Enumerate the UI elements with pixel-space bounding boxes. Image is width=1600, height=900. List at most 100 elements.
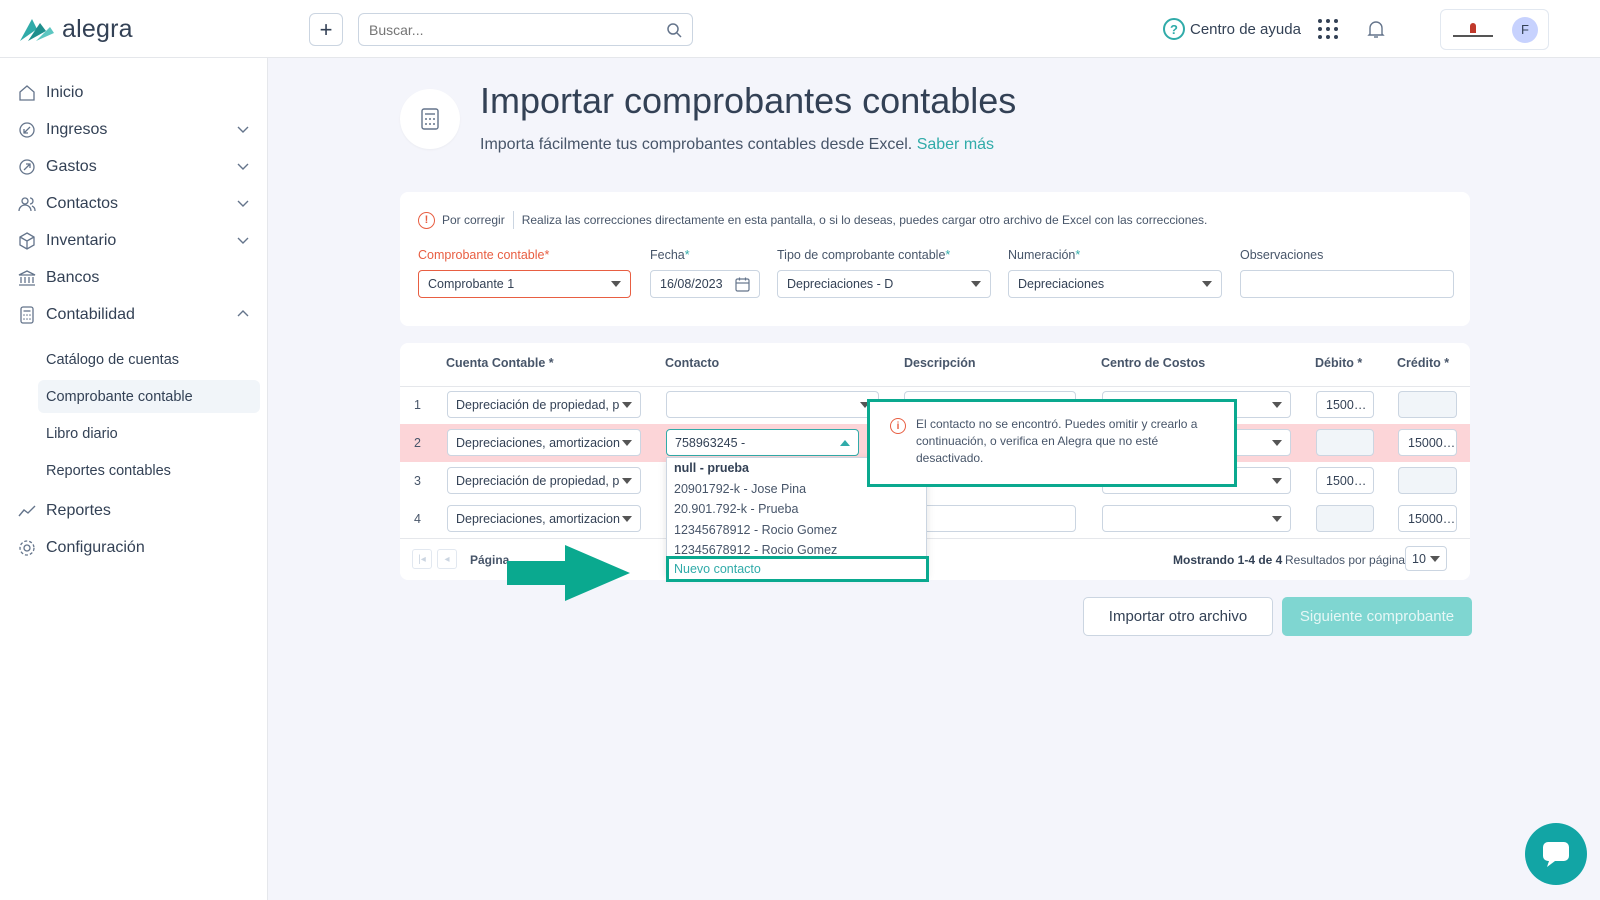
sidebar-item-label: Contabilidad (46, 306, 135, 323)
row-number: 4 (414, 512, 421, 526)
row-number: 1 (414, 398, 421, 412)
tipo-label: Tipo de comprobante contable* (777, 248, 951, 262)
sidebar: Inicio Ingresos Gastos Contactos Inventa… (0, 58, 268, 900)
sidebar-item-reportes[interactable]: Reportes (18, 498, 250, 524)
credito-input[interactable] (1398, 467, 1457, 494)
th-descripcion: Descripción (904, 356, 976, 370)
centro-costos-select[interactable] (1102, 505, 1291, 532)
sidebar-item-gastos[interactable]: Gastos (18, 154, 250, 180)
correction-alert: ! Por corregir Realiza las correcciones … (418, 211, 1207, 229)
box-icon (18, 232, 36, 250)
comprobante-value: Comprobante 1 (428, 277, 515, 291)
sidebar-subitem-comprobante[interactable]: Comprobante contable (38, 380, 260, 413)
sidebar-item-inicio[interactable]: Inicio (18, 80, 250, 106)
sidebar-item-inventario[interactable]: Inventario (18, 228, 250, 254)
contacto-select[interactable] (666, 391, 879, 418)
learn-more-link[interactable]: Saber más (917, 136, 994, 153)
help-label: Centro de ayuda (1190, 20, 1301, 38)
debito-input[interactable] (1316, 505, 1374, 532)
contacts-icon (18, 195, 36, 213)
comprobante-select[interactable]: Comprobante 1 (418, 270, 631, 298)
fecha-label: Fecha* (650, 248, 690, 262)
cuenta-select[interactable]: Depreciación de propiedad, p (447, 467, 641, 494)
company-logo (1451, 19, 1495, 41)
import-other-file-button[interactable]: Importar otro archivo (1083, 597, 1273, 636)
caret-down-icon (1272, 439, 1282, 446)
bank-icon (18, 269, 36, 287)
contacto-select-open[interactable]: 758963245 - (666, 429, 859, 456)
fecha-field[interactable]: 16/08/2023 (650, 270, 760, 298)
alegra-logo[interactable]: alegra (18, 15, 133, 44)
debito-input[interactable] (1316, 429, 1374, 456)
sidebar-item-label: Ingresos (46, 121, 108, 138)
th-cuenta: Cuenta Contable * (446, 356, 554, 370)
tipo-select[interactable]: Depreciaciones - D (777, 270, 991, 298)
fecha-value: 16/08/2023 (660, 277, 723, 291)
cuenta-select[interactable]: Depreciaciones, amortizacion (447, 505, 641, 532)
account-menu[interactable]: F (1440, 9, 1549, 50)
help-icon: ? (1163, 18, 1185, 40)
sidebar-subitem-catalogo[interactable]: Catálogo de cuentas (38, 343, 260, 376)
caret-down-icon (1272, 401, 1282, 408)
expense-icon (18, 158, 36, 176)
calendar-icon[interactable] (735, 277, 750, 292)
observaciones-label: Observaciones (1240, 248, 1324, 262)
sidebar-item-bancos[interactable]: Bancos (18, 265, 250, 291)
row-number: 2 (414, 436, 421, 450)
callout-arrow-icon (507, 545, 630, 601)
sidebar-item-label: Configuración (46, 539, 145, 556)
caret-down-icon (611, 281, 621, 287)
alert-label: Por corregir (442, 213, 505, 227)
alert-icon: ! (418, 211, 435, 229)
sidebar-subitem-reportes-contables[interactable]: Reportes contables (38, 454, 260, 487)
bell-icon[interactable] (1367, 19, 1385, 39)
dropdown-option[interactable]: 20.901.792-k - Prueba (667, 499, 926, 520)
debito-input[interactable]: 1500000 (1316, 467, 1374, 494)
sidebar-item-configuracion[interactable]: Configuración (18, 535, 250, 561)
caret-up-icon (840, 439, 850, 446)
first-page-button[interactable]: |◂ (412, 549, 432, 569)
logo-text: alegra (62, 15, 133, 43)
sidebar-subitem-libro-diario[interactable]: Libro diario (38, 417, 260, 450)
help-center-link[interactable]: ? Centro de ayuda (1163, 18, 1301, 40)
cuenta-select[interactable]: Depreciación de propiedad, p (447, 391, 641, 418)
subtitle-text: Importa fácilmente tus comprobantes cont… (480, 136, 913, 153)
caret-down-icon (1430, 555, 1440, 562)
descripcion-input[interactable] (904, 505, 1076, 532)
chevron-down-icon (237, 163, 249, 170)
sidebar-item-label: Bancos (46, 269, 100, 286)
caret-down-icon (971, 281, 981, 287)
credito-input[interactable]: 1500000 (1398, 505, 1457, 532)
caret-down-icon (1272, 515, 1282, 522)
new-contact-option[interactable]: Nuevo contacto (666, 556, 929, 582)
prev-page-button[interactable]: ◂ (437, 549, 457, 569)
sidebar-item-contactos[interactable]: Contactos (18, 191, 250, 217)
chart-icon (18, 502, 36, 520)
per-page-select[interactable]: 10 (1405, 546, 1447, 571)
debito-input[interactable]: 1500000 (1316, 391, 1374, 418)
sidebar-item-ingresos[interactable]: Ingresos (18, 117, 250, 143)
search-input[interactable] (369, 21, 639, 38)
credito-input[interactable] (1398, 391, 1457, 418)
quick-add-button[interactable]: + (309, 13, 343, 46)
alert-message: Realiza las correcciones directamente en… (521, 213, 1208, 227)
gear-icon (18, 539, 36, 557)
chevron-down-icon (237, 126, 249, 133)
observaciones-input[interactable] (1240, 270, 1454, 298)
sidebar-item-label: Inicio (46, 84, 84, 101)
th-contacto: Contacto (665, 356, 720, 370)
dropdown-option[interactable]: 12345678912 - Rocio Gomez (667, 520, 926, 541)
credito-input[interactable]: 1500000 (1398, 429, 1457, 456)
th-centro-costos: Centro de Costos (1101, 356, 1206, 370)
cuenta-select[interactable]: Depreciaciones, amortizacion (447, 429, 641, 456)
sidebar-item-contabilidad[interactable]: Contabilidad (18, 302, 250, 328)
next-voucher-button[interactable]: Siguiente comprobante (1282, 597, 1472, 636)
chat-button[interactable] (1525, 823, 1587, 885)
contact-not-found-tooltip: i El contacto no se encontró. Puedes omi… (867, 399, 1237, 487)
search-box[interactable] (358, 13, 693, 46)
numeracion-select[interactable]: Depreciaciones (1008, 270, 1222, 298)
search-icon[interactable] (666, 22, 682, 38)
caret-down-icon (622, 439, 632, 446)
info-icon: i (890, 418, 906, 434)
apps-grid-icon[interactable] (1318, 19, 1338, 39)
